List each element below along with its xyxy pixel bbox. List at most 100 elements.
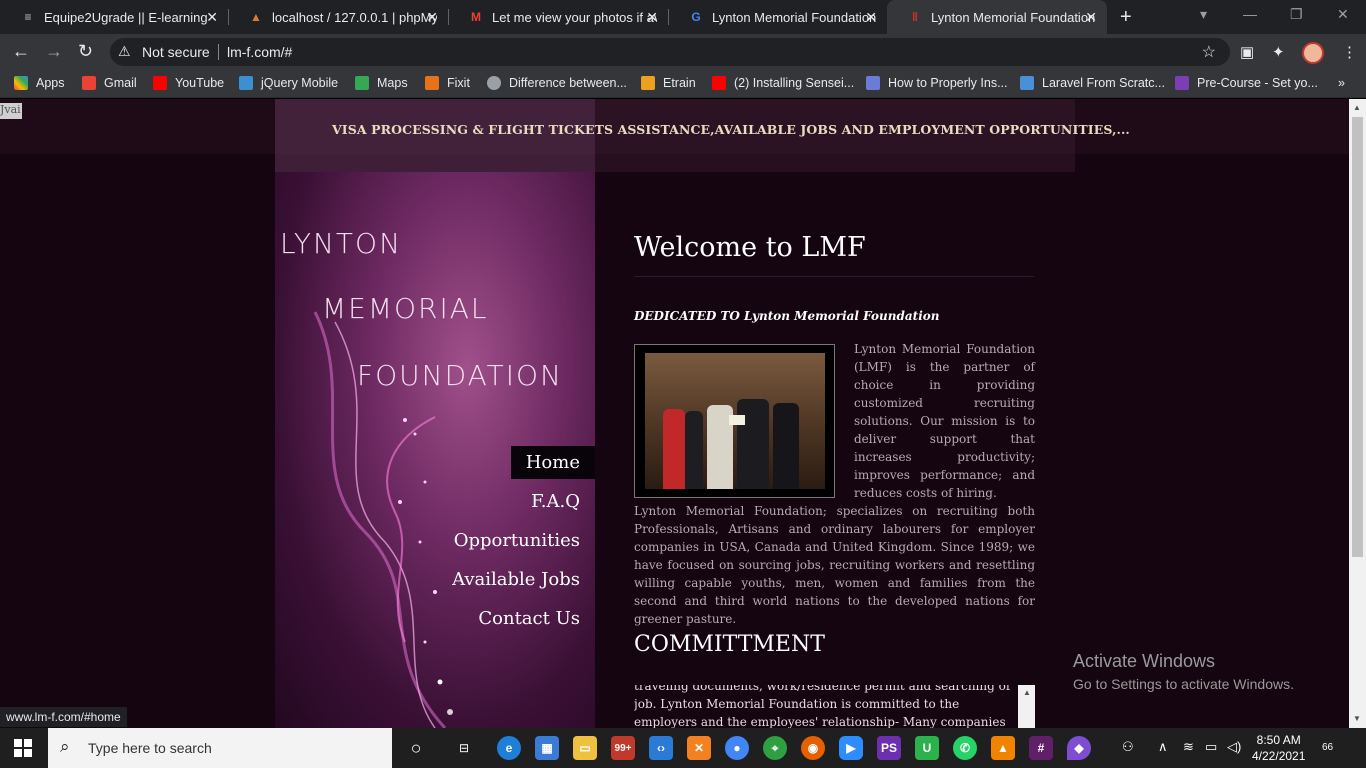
bookmark-etrain[interactable]: Etrain <box>641 76 696 90</box>
menu-dots-icon[interactable]: ⋮ <box>1342 43 1357 61</box>
puzzle-icon[interactable]: ✦ <box>1272 43 1285 61</box>
tab-equipe2ugrade[interactable]: ≡ Equipe2Ugrade || E-learning ✕ <box>0 0 228 34</box>
scroll-thumb[interactable] <box>1352 117 1363 557</box>
close-icon[interactable]: ✕ <box>646 9 658 26</box>
bookmark-label: Fixit <box>447 76 470 90</box>
logo-line-3: FOUNDATION <box>357 359 563 392</box>
bookmark-difference[interactable]: Difference between... <box>487 76 627 90</box>
bookmark-fixit[interactable]: Fixit <box>425 76 470 90</box>
page-viewport: Jvai VISA PROCESSING & FLIGHT TICKETS AS… <box>0 99 1349 728</box>
maps-icon <box>355 76 369 90</box>
phpstorm-icon[interactable]: PS <box>877 736 901 760</box>
tab-gmail[interactable]: M Let me view your photos if av ✕ <box>448 0 668 34</box>
close-icon[interactable]: ✕ <box>426 9 438 26</box>
youtube-icon <box>712 76 726 90</box>
chrome-icon[interactable]: ● <box>725 736 749 760</box>
bookmark-pre-course[interactable]: Pre-Course - Set yo... <box>1175 76 1318 90</box>
close-icon[interactable]: ✕ <box>206 9 218 26</box>
nav-contact-us[interactable]: Contact Us <box>463 602 595 635</box>
sidebar-panel: LYNTON MEMORIAL FOUNDATION Home F.A.Q Op… <box>275 172 595 728</box>
people-icon[interactable]: ⚇ <box>1122 739 1134 755</box>
battery-icon[interactable]: ▭ <box>1205 739 1217 755</box>
about-paragraph: Lynton Memorial Foundation; specializes … <box>634 504 1035 626</box>
maps-app-icon[interactable]: ⌖ <box>763 736 787 760</box>
file-explorer-icon[interactable]: ▭ <box>573 736 597 760</box>
vlc-icon[interactable]: ▲ <box>991 736 1015 760</box>
bookmark-label: jQuery Mobile <box>261 76 339 90</box>
bookmark-star-icon[interactable]: ☆ <box>1202 42 1216 62</box>
url-text[interactable]: lm-f.com/# <box>227 44 292 60</box>
tab-lynton-active[interactable]: ‖ Lynton Memorial Foundation ✕ <box>887 0 1107 34</box>
mail-icon[interactable]: 99+ <box>611 736 635 760</box>
bookmark-jquery-mobile[interactable]: jQuery Mobile <box>239 76 338 90</box>
globe-icon <box>487 76 501 90</box>
bookmark-laravel[interactable]: Laravel From Scratc... <box>1020 76 1165 90</box>
minimize-icon[interactable]: — <box>1243 6 1257 22</box>
tab-search-icon[interactable]: ▾ <box>1200 6 1207 23</box>
windows-start-icon[interactable] <box>14 739 32 757</box>
back-icon[interactable]: ← <box>12 41 30 62</box>
course-icon <box>1175 76 1189 90</box>
security-label[interactable]: Not secure <box>142 44 210 60</box>
volume-icon[interactable]: ◁) <box>1227 739 1241 755</box>
scroll-up-icon[interactable]: ▲ <box>1353 103 1361 112</box>
address-bar[interactable]: ⚠ Not secure lm-f.com/# ☆ <box>110 38 1230 66</box>
slack-icon[interactable]: # <box>1029 736 1053 760</box>
extension-icon[interactable]: ▣ <box>1240 43 1254 61</box>
bookmark-label: How to Properly Ins... <box>888 76 1008 90</box>
avatar[interactable] <box>1302 42 1324 64</box>
reload-icon[interactable]: ↻ <box>78 41 93 62</box>
nav-opportunities[interactable]: Opportunities <box>439 524 595 557</box>
taskbar: ⌕ Type here to search ○ ⊟ e ▦ ▭ 99+ ‹› ✕… <box>0 728 1366 768</box>
taskbar-search[interactable]: ⌕ Type here to search <box>48 728 392 768</box>
bookmark-apps[interactable]: Apps <box>14 76 65 90</box>
upwork-icon[interactable]: U <box>915 736 939 760</box>
firefox-icon[interactable]: ◉ <box>801 736 825 760</box>
youtube-icon <box>153 76 167 90</box>
scroll-up-icon[interactable]: ▲ <box>1023 688 1031 697</box>
commitment-scrollbox[interactable]: traveling documents, work/residence perm… <box>634 685 1035 728</box>
wifi-icon[interactable]: ≋ <box>1183 739 1194 755</box>
task-view-icon[interactable]: ⊟ <box>452 736 476 760</box>
divider <box>218 44 219 60</box>
edge-icon[interactable]: e <box>497 736 521 760</box>
person-figure <box>773 403 799 489</box>
nav-available-jobs[interactable]: Available Jobs <box>437 563 595 596</box>
drop-app-icon[interactable]: ◆ <box>1067 736 1091 760</box>
close-window-icon[interactable]: ✕ <box>1337 6 1349 23</box>
person-figure <box>663 409 685 489</box>
zoom-icon[interactable]: ▶ <box>839 736 863 760</box>
page-title: Welcome to LMF <box>634 232 866 263</box>
clock[interactable]: 8:50 AM 4/22/2021 <box>1252 732 1305 764</box>
scrollbar[interactable]: ▲ <box>1018 685 1035 728</box>
bookmark-youtube[interactable]: YouTube <box>153 76 224 90</box>
new-tab-button[interactable]: + <box>1120 6 1132 29</box>
close-icon[interactable]: ✕ <box>865 9 877 26</box>
tab-phpmyadmin[interactable]: ▲ localhost / 127.0.0.1 | phpMyA ✕ <box>228 0 448 34</box>
bookmark-how-to[interactable]: How to Properly Ins... <box>866 76 1008 90</box>
scroll-down-icon[interactable]: ▼ <box>1353 714 1361 723</box>
clock-time: 8:50 AM <box>1256 733 1301 747</box>
restore-icon[interactable]: ❐ <box>1290 6 1303 23</box>
bookmarks-bar: Apps Gmail YouTube jQuery Mobile Maps Fi… <box>0 70 1366 98</box>
page-scrollbar[interactable]: ▲ ▼ <box>1349 99 1366 728</box>
notification-icon[interactable]: 66 <box>1322 737 1333 755</box>
bookmark-maps[interactable]: Maps <box>355 76 408 90</box>
store-icon[interactable]: ▦ <box>535 736 559 760</box>
nav-faq[interactable]: F.A.Q <box>516 485 595 518</box>
bookmark-sensei[interactable]: (2) Installing Sensei... <box>712 76 854 90</box>
whatsapp-icon[interactable]: ✆ <box>953 736 977 760</box>
tab-lynton-google[interactable]: G Lynton Memorial Foundation ✕ <box>668 0 887 34</box>
bookmark-gmail[interactable]: Gmail <box>82 76 137 90</box>
more-bookmarks-icon[interactable]: » <box>1338 76 1345 90</box>
tab-title: Equipe2Ugrade || E-learning <box>44 9 208 25</box>
waveform-icon: ≡ <box>24 10 32 24</box>
close-icon[interactable]: ✕ <box>1085 9 1097 26</box>
cortana-icon[interactable]: ○ <box>404 736 428 760</box>
tray-chevron-icon[interactable]: ∧ <box>1158 739 1168 755</box>
forward-icon[interactable]: → <box>45 41 63 62</box>
vscode-icon[interactable]: ‹› <box>649 736 673 760</box>
xampp-icon[interactable]: ✕ <box>687 736 711 760</box>
nav-home[interactable]: Home <box>510 446 595 479</box>
logo-line-2: MEMORIAL <box>322 292 489 325</box>
